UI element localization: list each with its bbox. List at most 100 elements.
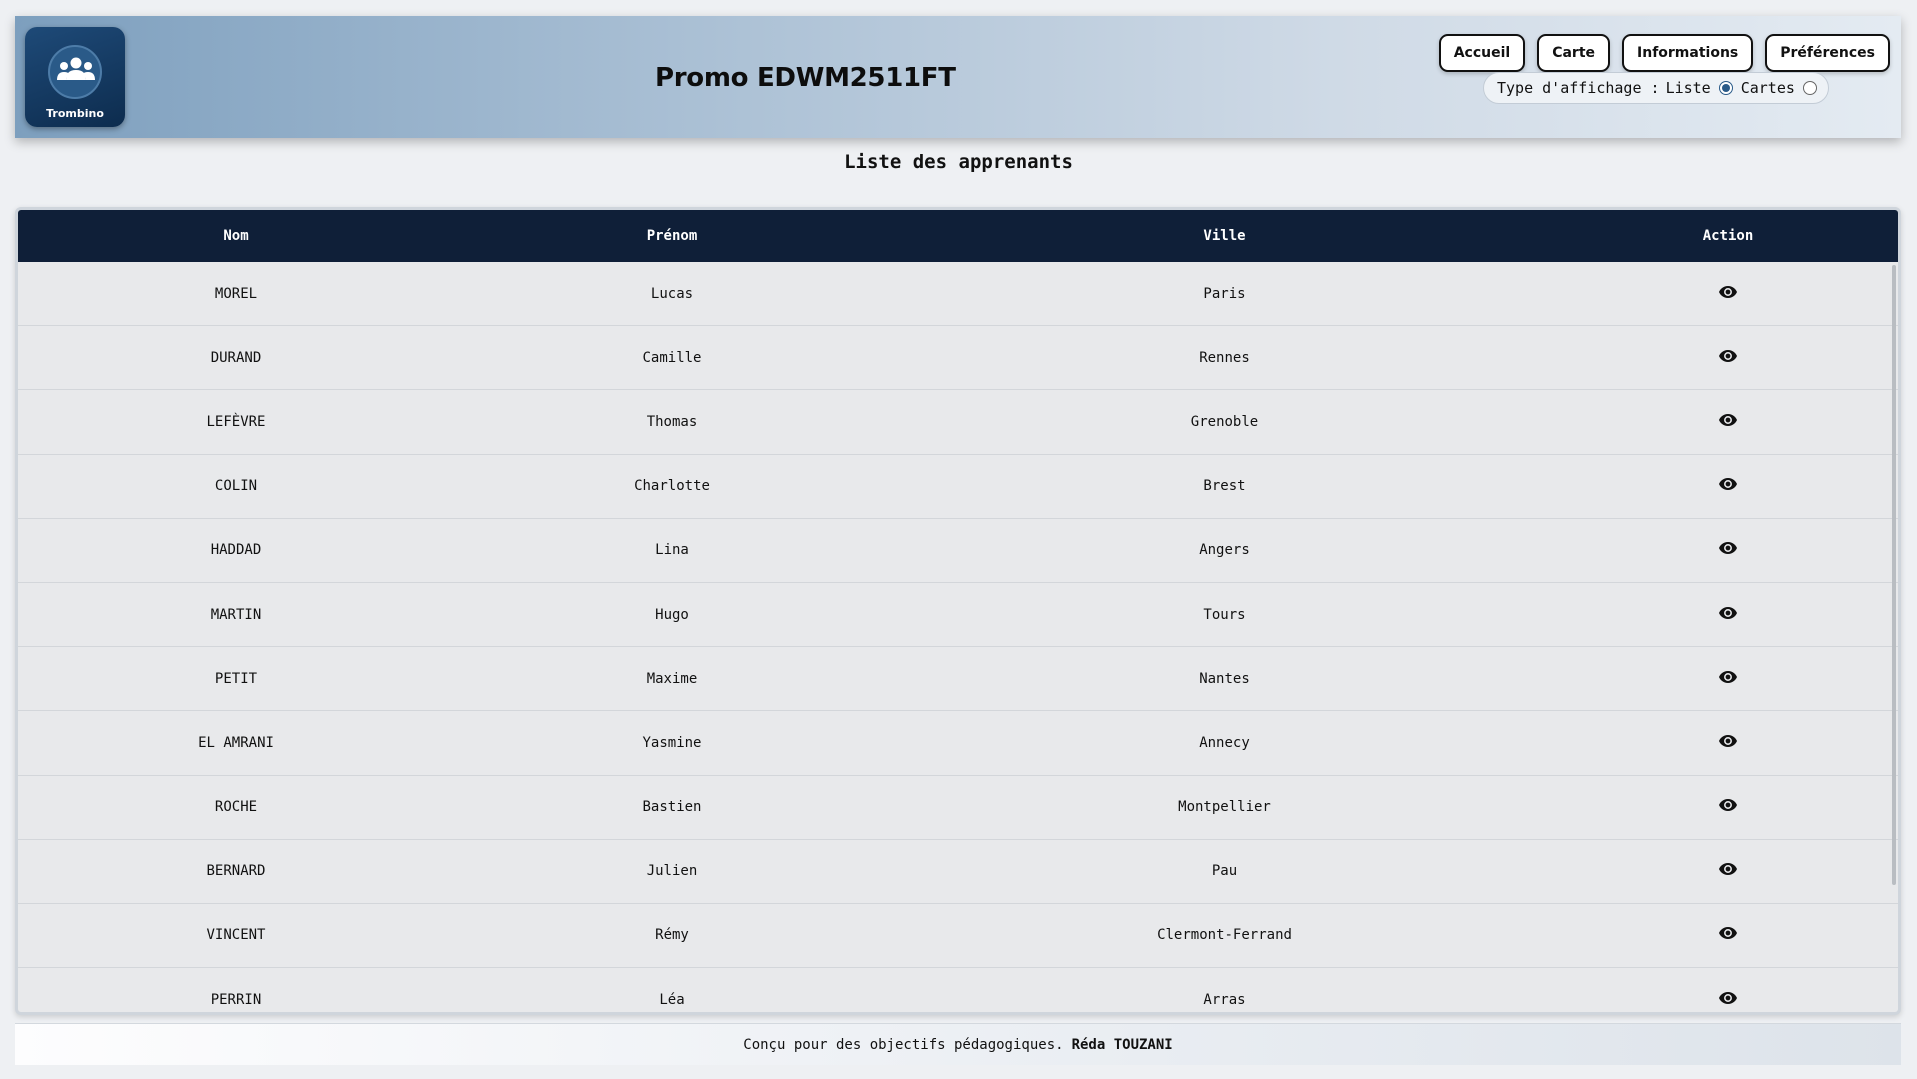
cell-nom: ROCHE xyxy=(214,799,258,816)
view-details-button[interactable] xyxy=(1719,349,1737,367)
cell-nom: BERNARD xyxy=(206,863,266,880)
table-row: LEFÈVRE Thomas Grenoble xyxy=(18,390,1898,455)
table-header: Nom Prénom Ville Action xyxy=(18,210,1898,262)
view-details-button[interactable] xyxy=(1719,734,1737,752)
view-details-button[interactable] xyxy=(1719,413,1737,431)
cell-action xyxy=(1559,734,1897,752)
cell-ville: Nantes xyxy=(1199,670,1250,687)
table-row: MOREL Lucas Paris xyxy=(18,262,1898,327)
cell-nom: MOREL xyxy=(214,285,258,302)
cell-ville: Arras xyxy=(1203,991,1246,1008)
page-footer: Conçu pour des objectifs pédagogiques. R… xyxy=(15,1023,1901,1065)
app-logo[interactable]: Trombino xyxy=(25,27,125,127)
nav-button-carte[interactable]: Carte xyxy=(1537,34,1611,72)
display-option-liste-label: Liste xyxy=(1665,79,1711,97)
cell-prenom: Thomas xyxy=(646,413,698,430)
eye-icon xyxy=(1719,477,1737,495)
cell-prenom: Charlotte xyxy=(634,478,710,495)
cell-ville: Montpellier xyxy=(1178,799,1271,816)
table-row: DURAND Camille Rennes xyxy=(18,326,1898,391)
cell-prenom: Rémy xyxy=(655,927,689,944)
view-details-button[interactable] xyxy=(1719,285,1737,303)
nav-button-informations[interactable]: Informations xyxy=(1622,34,1754,72)
cell-ville: Pau xyxy=(1211,863,1238,880)
cell-prenom: Hugo xyxy=(655,606,689,623)
cell-ville: Rennes xyxy=(1199,349,1250,366)
nav-button-preferences[interactable]: Préférences xyxy=(1765,34,1890,72)
table-row: COLIN Charlotte Brest xyxy=(18,455,1898,519)
cell-nom: EL AMRANI xyxy=(198,734,274,751)
cell-ville: Clermont-Ferrand xyxy=(1157,927,1292,944)
cell-prenom: Léa xyxy=(659,991,685,1008)
cell-nom: PERRIN xyxy=(210,991,262,1008)
cell-prenom: Maxime xyxy=(646,670,698,687)
eye-icon xyxy=(1719,862,1737,880)
cell-prenom: Lina xyxy=(655,542,689,559)
column-header-nom: Nom xyxy=(223,228,249,244)
cell-action xyxy=(1559,477,1897,495)
view-details-button[interactable] xyxy=(1719,606,1737,624)
cell-nom: COLIN xyxy=(214,478,258,495)
cell-action xyxy=(1559,926,1897,944)
display-option-liste-radio[interactable] xyxy=(1718,81,1733,95)
view-details-button[interactable] xyxy=(1719,798,1737,816)
table-row: VINCENT Rémy Clermont-Ferrand xyxy=(18,904,1898,969)
table-row: HADDAD Lina Angers xyxy=(18,519,1898,583)
view-details-button[interactable] xyxy=(1719,541,1737,559)
view-details-button[interactable] xyxy=(1719,991,1737,1009)
eye-icon xyxy=(1719,541,1737,559)
cell-prenom: Yasmine xyxy=(642,734,702,751)
table-body: MOREL Lucas Paris DURAND Camille Rennes LEFÈVR… xyxy=(18,262,1898,1012)
cell-action xyxy=(1559,606,1897,624)
cell-action xyxy=(1559,285,1897,303)
table-scrollbar[interactable] xyxy=(1892,265,1896,885)
footer-author: Réda TOUZANI xyxy=(1071,1036,1173,1053)
eye-icon xyxy=(1719,606,1737,624)
eye-icon xyxy=(1719,991,1737,1009)
eye-icon xyxy=(1719,349,1737,367)
cell-action xyxy=(1559,991,1897,1009)
cell-nom: DURAND xyxy=(210,349,262,366)
cell-prenom: Bastien xyxy=(642,799,702,816)
eye-icon xyxy=(1719,285,1737,303)
footer-text: Conçu pour des objectifs pédagogiques. xyxy=(743,1036,1064,1053)
table-row: PETIT Maxime Nantes xyxy=(18,647,1898,712)
eye-icon xyxy=(1719,926,1737,944)
cell-ville: Paris xyxy=(1203,285,1246,302)
main-nav: Accueil Carte Informations Préférences xyxy=(1438,34,1890,72)
cell-prenom: Lucas xyxy=(650,285,694,302)
cell-action xyxy=(1559,798,1897,816)
cell-ville: Annecy xyxy=(1199,734,1250,751)
eye-icon xyxy=(1719,670,1737,688)
page-title: Promo EDWM2511FT xyxy=(655,63,956,93)
cell-action xyxy=(1559,670,1897,688)
cell-action xyxy=(1559,862,1897,880)
learners-table: Nom Prénom Ville Action MOREL Lucas Paris D… xyxy=(15,207,1901,1015)
view-details-button[interactable] xyxy=(1719,670,1737,688)
logo-text: Trombino xyxy=(46,107,104,120)
view-details-button[interactable] xyxy=(1719,862,1737,880)
table-row: BERNARD Julien Pau xyxy=(18,840,1898,904)
display-option-cartes-radio[interactable] xyxy=(1802,81,1817,95)
table-row: ROCHE Bastien Montpellier xyxy=(18,776,1898,840)
cell-ville: Grenoble xyxy=(1190,413,1259,430)
cell-ville: Angers xyxy=(1199,542,1250,559)
cell-action xyxy=(1559,413,1897,431)
nav-button-accueil[interactable]: Accueil xyxy=(1438,34,1526,72)
table-row: MARTIN Hugo Tours xyxy=(18,583,1898,648)
view-details-button[interactable] xyxy=(1719,926,1737,944)
cell-ville: Brest xyxy=(1203,478,1246,495)
cell-action xyxy=(1559,541,1897,559)
cell-prenom: Camille xyxy=(642,349,702,366)
eye-icon xyxy=(1719,734,1737,752)
view-details-button[interactable] xyxy=(1719,477,1737,495)
eye-icon xyxy=(1719,798,1737,816)
display-type-toggle: Type d'affichage : Liste Cartes xyxy=(1483,72,1829,104)
cell-nom: VINCENT xyxy=(206,927,266,944)
cell-prenom: Julien xyxy=(646,863,698,880)
cell-nom: LEFÈVRE xyxy=(206,413,266,430)
cell-nom: MARTIN xyxy=(210,606,262,623)
column-header-ville: Ville xyxy=(1203,228,1246,244)
table-row: PERRIN Léa Arras xyxy=(18,968,1898,1012)
cell-ville: Tours xyxy=(1203,606,1246,623)
